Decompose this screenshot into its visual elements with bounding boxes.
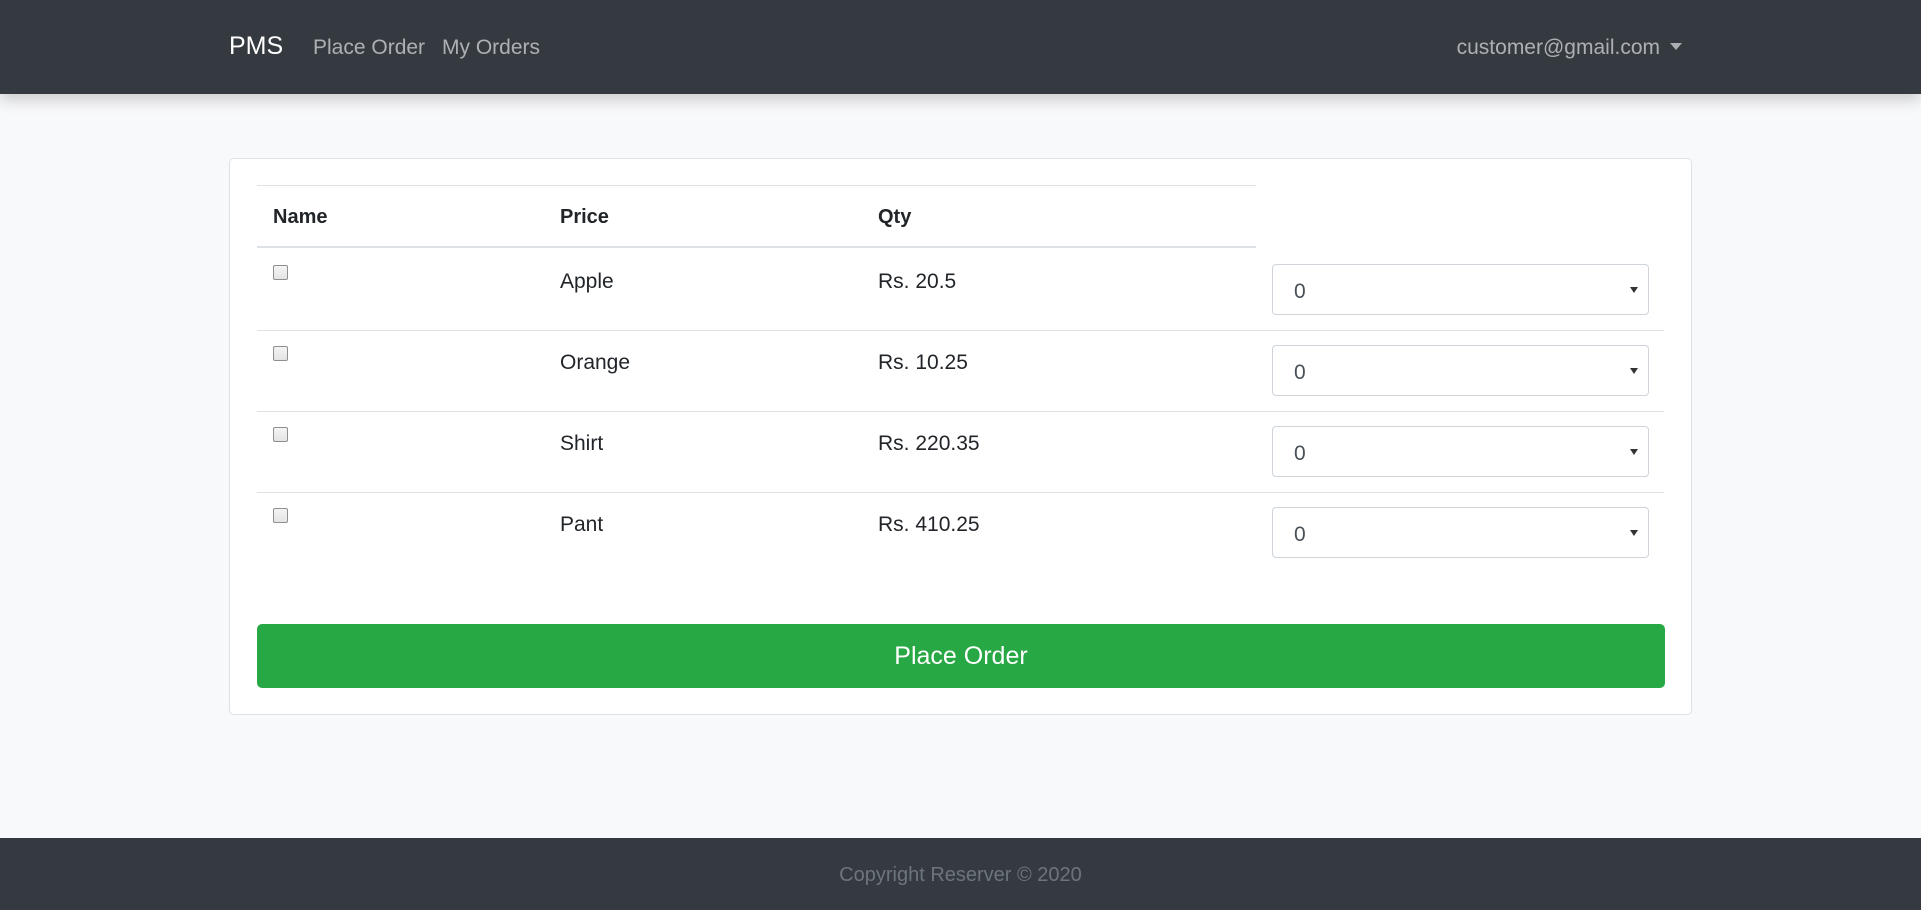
product-name: Orange — [560, 351, 631, 374]
table-header: Name Price Qty — [257, 185, 1256, 248]
row-checkbox[interactable] — [273, 346, 288, 361]
product-price: Rs. 20.5 — [878, 270, 957, 293]
nav-link-my-orders[interactable]: My Orders — [442, 36, 540, 60]
table-row: Orange Rs. 10.25 0 — [257, 331, 1664, 412]
product-price: Rs. 10.25 — [878, 351, 968, 374]
brand-logo[interactable]: PMS — [229, 32, 283, 61]
chevron-down-icon — [1630, 287, 1638, 293]
column-header-price: Price — [560, 206, 609, 228]
row-checkbox[interactable] — [273, 427, 288, 442]
order-card: Name Price Qty Apple Rs. 20.5 0 Orange R… — [229, 158, 1692, 715]
user-menu-dropdown[interactable]: customer@gmail.com — [1457, 36, 1682, 60]
row-checkbox[interactable] — [273, 508, 288, 523]
table-row: Apple Rs. 20.5 0 — [257, 250, 1664, 331]
qty-select[interactable]: 0 — [1272, 264, 1649, 315]
chevron-down-icon — [1630, 530, 1638, 536]
product-price: Rs. 410.25 — [878, 513, 980, 536]
product-price: Rs. 220.35 — [878, 432, 980, 455]
copyright-text: Copyright Reserver © 2020 — [839, 864, 1082, 886]
chevron-down-icon — [1630, 449, 1638, 455]
qty-select[interactable]: 0 — [1272, 507, 1649, 558]
top-navbar: PMS Place Order My Orders customer@gmail… — [0, 0, 1921, 94]
qty-value: 0 — [1294, 280, 1306, 303]
table-row: Pant Rs. 410.25 0 — [257, 493, 1664, 574]
caret-down-icon — [1670, 42, 1682, 50]
qty-value: 0 — [1294, 361, 1306, 384]
qty-value: 0 — [1294, 442, 1306, 465]
column-header-name: Name — [273, 206, 328, 228]
qty-value: 0 — [1294, 523, 1306, 546]
user-email: customer@gmail.com — [1456, 36, 1660, 59]
product-name: Pant — [560, 513, 604, 536]
table-row: Shirt Rs. 220.35 0 — [257, 412, 1664, 493]
nav-link-place-order[interactable]: Place Order — [313, 36, 425, 60]
page-footer: Copyright Reserver © 2020 — [0, 838, 1921, 910]
chevron-down-icon — [1630, 368, 1638, 374]
place-order-button[interactable]: Place Order — [257, 624, 1665, 688]
qty-select[interactable]: 0 — [1272, 345, 1649, 396]
row-checkbox[interactable] — [273, 265, 288, 280]
product-name: Shirt — [560, 432, 604, 455]
column-header-qty: Qty — [878, 206, 912, 228]
qty-select[interactable]: 0 — [1272, 426, 1649, 477]
product-name: Apple — [560, 270, 614, 293]
